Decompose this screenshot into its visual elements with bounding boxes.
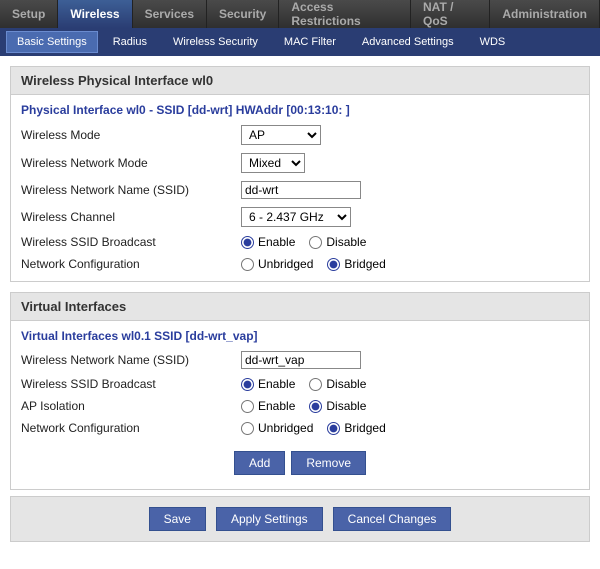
select-network-mode[interactable]: Mixed [241,153,305,173]
panel-virtual-interfaces: Virtual Interfaces Virtual Interfaces wl… [10,292,590,490]
top-nav: Setup Wireless Services Security Access … [0,0,600,28]
subtab-wireless-security[interactable]: Wireless Security [162,31,269,53]
radio-broadcast-enable[interactable] [241,236,254,249]
radio-label: Disable [326,377,366,391]
save-button[interactable]: Save [149,507,206,531]
radio-label: Disable [326,235,366,249]
subtab-mac-filter[interactable]: MAC Filter [273,31,347,53]
label-ssid: Wireless Network Name (SSID) [21,183,241,197]
panel-header: Virtual Interfaces [11,293,589,321]
input-ssid[interactable] [241,181,361,199]
subtab-radius[interactable]: Radius [102,31,158,53]
tab-wireless[interactable]: Wireless [58,0,132,28]
sub-nav: Basic Settings Radius Wireless Security … [0,28,600,56]
fieldset-title: Virtual Interfaces wl0.1 SSID [dd-wrt_va… [11,321,589,347]
radio-broadcast-disable[interactable] [309,236,322,249]
footer-bar: Save Apply Settings Cancel Changes [10,496,590,542]
tab-security[interactable]: Security [207,0,279,28]
fieldset-title: Physical Interface wl0 - SSID [dd-wrt] H… [11,95,589,121]
label-network-mode: Wireless Network Mode [21,156,241,170]
add-button[interactable]: Add [234,451,285,475]
apply-button[interactable]: Apply Settings [216,507,323,531]
select-wireless-mode[interactable]: AP [241,125,321,145]
radio-label: Bridged [344,421,385,435]
radio-label: Unbridged [258,421,313,435]
tab-administration[interactable]: Administration [490,0,600,28]
remove-button[interactable]: Remove [291,451,366,475]
radio-vap-broadcast-enable[interactable] [241,378,254,391]
radio-label: Disable [326,399,366,413]
radio-ap-iso-disable[interactable] [309,400,322,413]
add-remove-row: Add Remove [11,439,589,489]
label-ssid: Wireless Network Name (SSID) [21,353,241,367]
subtab-basic-settings[interactable]: Basic Settings [6,31,98,53]
select-channel[interactable]: 6 - 2.437 GHz [241,207,351,227]
subtab-wds[interactable]: WDS [469,31,517,53]
tab-setup[interactable]: Setup [0,0,58,28]
label-wireless-mode: Wireless Mode [21,128,241,142]
cancel-button[interactable]: Cancel Changes [333,507,452,531]
tab-services[interactable]: Services [133,0,207,28]
label-network-config: Network Configuration [21,257,241,271]
radio-vap-unbridged[interactable] [241,422,254,435]
radio-label: Enable [258,377,295,391]
subtab-advanced-settings[interactable]: Advanced Settings [351,31,465,53]
radio-label: Enable [258,235,295,249]
radio-label: Bridged [344,257,385,271]
tab-nat-qos[interactable]: NAT / QoS [411,0,490,28]
label-ssid-broadcast: Wireless SSID Broadcast [21,235,241,249]
label-ap-isolation: AP Isolation [21,399,241,413]
radio-ap-iso-enable[interactable] [241,400,254,413]
radio-bridged[interactable] [327,258,340,271]
label-network-config: Network Configuration [21,421,241,435]
tab-access-restrictions[interactable]: Access Restrictions [279,0,411,28]
input-vap-ssid[interactable] [241,351,361,369]
radio-unbridged[interactable] [241,258,254,271]
panel-physical-interface: Wireless Physical Interface wl0 Physical… [10,66,590,282]
radio-label: Enable [258,399,295,413]
radio-vap-bridged[interactable] [327,422,340,435]
label-channel: Wireless Channel [21,210,241,224]
radio-label: Unbridged [258,257,313,271]
label-ssid-broadcast: Wireless SSID Broadcast [21,377,241,391]
panel-header: Wireless Physical Interface wl0 [11,67,589,95]
radio-vap-broadcast-disable[interactable] [309,378,322,391]
